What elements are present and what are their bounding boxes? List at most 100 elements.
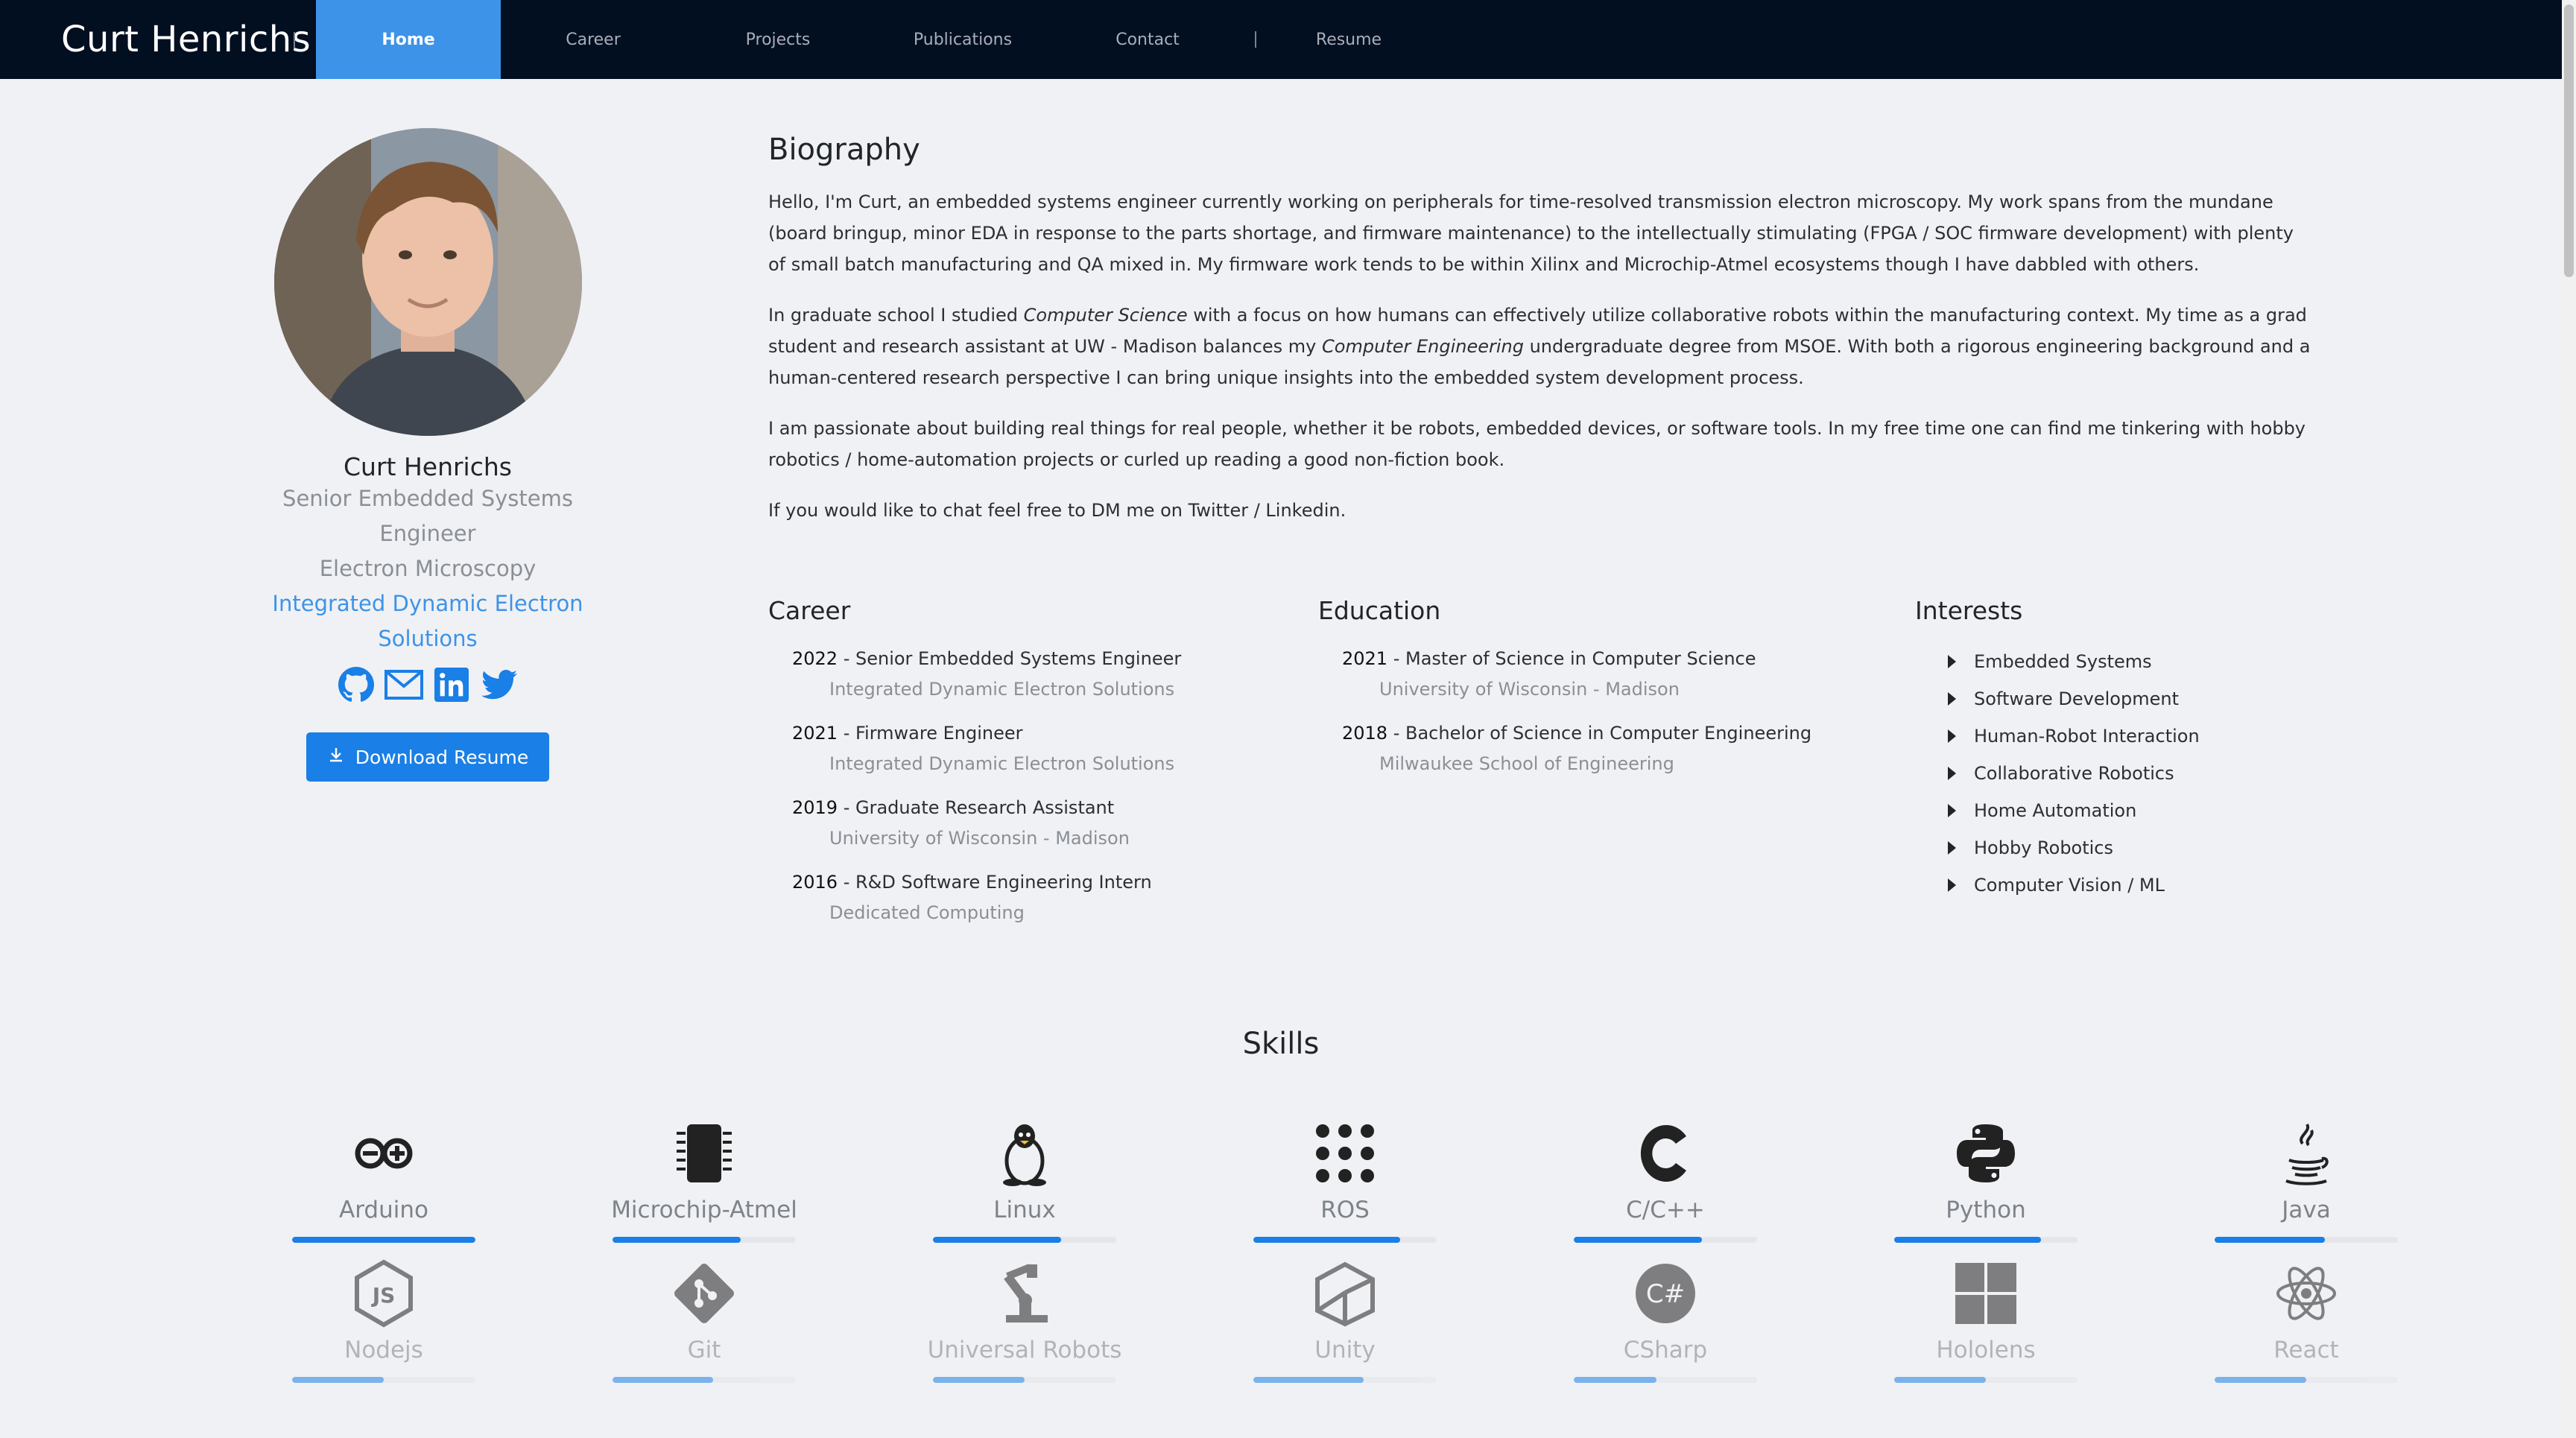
skill-level-fill	[613, 1377, 714, 1383]
skill-name: CSharp	[1623, 1337, 1708, 1363]
skill-level-fill	[933, 1377, 1025, 1383]
robot-arm-icon	[989, 1258, 1060, 1329]
skill-name: Hololens	[1936, 1337, 2036, 1363]
nav-home[interactable]: Home	[316, 0, 501, 79]
csharp-icon: C#	[1630, 1258, 1701, 1329]
skills-grid: Arduino Microchip-Atmel Linux ROS C/C++ Pytho…	[224, 1118, 2398, 1383]
skill-item: React	[2146, 1258, 2466, 1383]
skill-name: Linux	[993, 1197, 1056, 1223]
interest-item: Collaborative Robotics	[1948, 755, 2200, 792]
skill-name: Universal Robots	[927, 1337, 1122, 1363]
skill-item: Unity	[1185, 1258, 1505, 1383]
mail-icon[interactable]	[384, 665, 423, 704]
c-icon	[1630, 1118, 1701, 1189]
skill-level-fill	[1894, 1237, 2041, 1243]
skill-item: JS Nodejs	[224, 1258, 544, 1383]
skill-item: ROS	[1185, 1118, 1505, 1243]
scrollbar[interactable]	[2562, 0, 2576, 1438]
interest-item: Embedded Systems	[1948, 643, 2200, 680]
bio-paragraph-4: If you would like to chat feel free to D…	[768, 500, 1346, 521]
scrollbar-thumb[interactable]	[2564, 4, 2574, 277]
bio-paragraph-1: Hello, I'm Curt, an embedded systems eng…	[768, 191, 2294, 275]
linkedin-icon[interactable]	[432, 665, 471, 704]
career-entry: 2021 - Firmware Engineer Integrated Dyna…	[792, 723, 1175, 774]
skill-level-bar	[1253, 1377, 1437, 1383]
skill-item: Microchip-Atmel	[544, 1118, 864, 1243]
caret-right-icon	[1948, 692, 1956, 706]
biography-heading: Biography	[768, 133, 920, 167]
nodejs-icon: JS	[348, 1258, 420, 1329]
caret-right-icon	[1948, 729, 1956, 743]
profile-title-line2: Engineer	[379, 521, 476, 546]
skill-name: Arduino	[339, 1197, 428, 1223]
interests-section: Interests Embedded Systems Software Deve…	[1915, 596, 2200, 904]
chip-icon	[668, 1118, 740, 1189]
skill-level-bar	[292, 1377, 475, 1383]
download-icon	[327, 746, 345, 768]
nav-contact[interactable]: Contact	[1055, 0, 1240, 79]
interest-item: Human-Robot Interaction	[1948, 718, 2200, 755]
skill-level-fill	[1574, 1237, 1703, 1243]
skill-name: Java	[2282, 1197, 2331, 1223]
interests-heading: Interests	[1915, 596, 2023, 625]
caret-right-icon	[1948, 878, 1956, 892]
skill-level-fill	[613, 1237, 741, 1243]
skill-level-bar	[613, 1237, 796, 1243]
skill-name: Nodejs	[344, 1337, 423, 1363]
education-entry: 2021 - Master of Science in Computer Sci…	[1342, 648, 1756, 700]
skill-name: C/C++	[1626, 1197, 1705, 1223]
skill-level-fill	[292, 1377, 384, 1383]
skill-level-fill	[1574, 1377, 1656, 1383]
ros-icon	[1309, 1118, 1381, 1189]
skill-item: Hololens	[1826, 1258, 2146, 1383]
skill-name: ROS	[1320, 1197, 1370, 1223]
profile-company-line1[interactable]: Integrated Dynamic Electron	[224, 586, 632, 621]
skill-level-bar	[292, 1237, 475, 1243]
social-links	[224, 665, 632, 704]
skill-level-fill	[2215, 1237, 2325, 1243]
career-entry: 2022 - Senior Embedded Systems Engineer …	[792, 648, 1182, 700]
skill-level-bar	[2215, 1237, 2398, 1243]
education-heading: Education	[1318, 596, 1441, 625]
twitter-icon[interactable]	[480, 665, 519, 704]
skill-level-bar	[613, 1377, 796, 1383]
brand-name[interactable]: Curt Henrichs	[0, 0, 316, 79]
caret-right-icon	[1948, 841, 1956, 855]
biography-section: Biography Hello, I'm Curt, an embedded s…	[768, 133, 2311, 545]
career-section: Career 2022 - Senior Embedded Systems En…	[768, 596, 1181, 941]
skill-name: React	[2273, 1337, 2339, 1363]
profile-title-line1: Senior Embedded Systems	[282, 486, 573, 511]
top-navbar: Curt Henrichs Home Career Projects Publi…	[0, 0, 2562, 79]
skill-name: Git	[687, 1337, 721, 1363]
bio-paragraph-2: In graduate school I studied Computer Sc…	[768, 305, 2311, 388]
skill-level-fill	[2215, 1377, 2306, 1383]
career-heading: Career	[768, 596, 851, 625]
caret-right-icon	[1948, 655, 1956, 668]
skill-item: Python	[1826, 1118, 2146, 1243]
skill-level-bar	[1894, 1237, 2077, 1243]
skill-level-fill	[933, 1237, 1062, 1243]
nav-career[interactable]: Career	[501, 0, 686, 79]
arduino-icon	[348, 1118, 420, 1189]
skill-name: Python	[1946, 1197, 2026, 1223]
github-icon[interactable]	[337, 665, 376, 704]
svg-text:C#: C#	[1646, 1279, 1685, 1309]
download-resume-label: Download Resume	[355, 746, 529, 768]
skill-item: C/C++	[1505, 1118, 1826, 1243]
nav-publications[interactable]: Publications	[870, 0, 1055, 79]
interest-item: Hobby Robotics	[1948, 829, 2200, 867]
skill-item: Universal Robots	[864, 1258, 1185, 1383]
skill-level-bar	[933, 1377, 1116, 1383]
skill-level-fill	[1253, 1377, 1364, 1383]
skill-name: Unity	[1314, 1337, 1376, 1363]
skills-heading: Skills	[1242, 1027, 1320, 1061]
skill-item: Arduino	[224, 1118, 544, 1243]
download-resume-button[interactable]: Download Resume	[306, 732, 550, 782]
education-section: Education 2021 - Master of Science in Co…	[1318, 596, 1811, 792]
nav-resume[interactable]: Resume	[1256, 0, 1441, 79]
nav-projects[interactable]: Projects	[686, 0, 870, 79]
profile-company-line2[interactable]: Solutions	[224, 621, 632, 656]
interest-item: Computer Vision / ML	[1948, 867, 2200, 904]
skill-name: Microchip-Atmel	[611, 1197, 797, 1223]
skill-level-bar	[1574, 1237, 1757, 1243]
